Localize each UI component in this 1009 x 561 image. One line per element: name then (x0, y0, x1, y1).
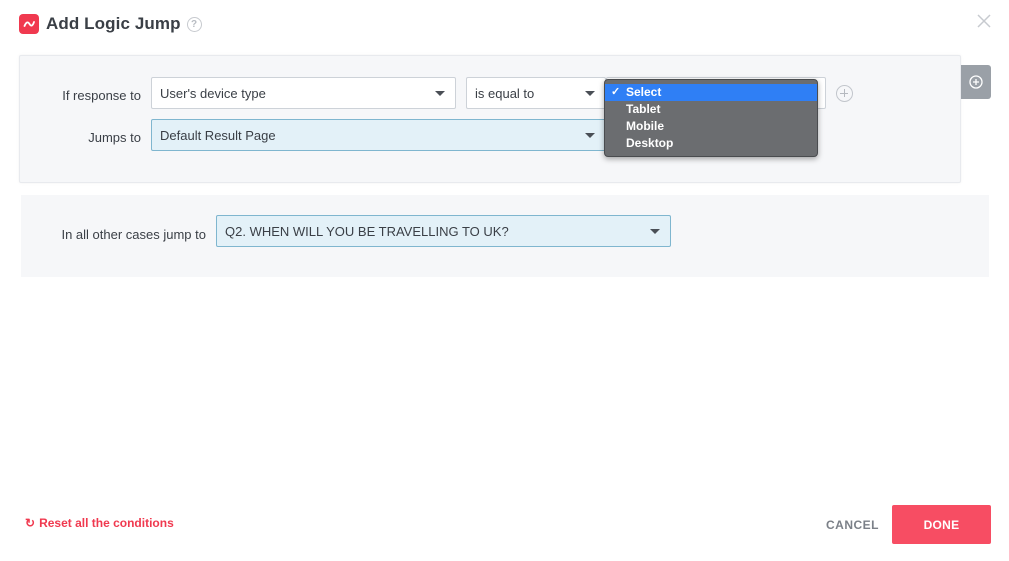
dropdown-option-select[interactable]: ✓ Select (605, 84, 817, 101)
other-cases-label: In all other cases jump to (61, 227, 206, 242)
value-dropdown-menu: ✓ Select Tablet Mobile Desktop (604, 79, 818, 157)
if-response-label: If response to (62, 88, 141, 103)
chevron-down-icon (435, 91, 445, 96)
close-icon[interactable] (977, 14, 991, 28)
dropdown-option-mobile[interactable]: Mobile (605, 118, 817, 135)
option-label: Mobile (626, 119, 664, 133)
condition-card: If response to User's device type is equ… (19, 55, 961, 183)
device-type-value: User's device type (160, 85, 266, 101)
jump-target-value: Default Result Page (160, 127, 276, 143)
chevron-down-icon (585, 91, 595, 96)
operator-value: is equal to (475, 85, 535, 101)
add-rule-button[interactable] (961, 65, 991, 99)
cancel-button[interactable]: CANCEL (826, 518, 879, 532)
other-cases-select[interactable]: Q2. WHEN WILL YOU BE TRAVELLING TO UK? (216, 215, 671, 247)
option-label: Select (626, 85, 662, 99)
done-button[interactable]: DONE (892, 505, 991, 544)
dropdown-option-tablet[interactable]: Tablet (605, 101, 817, 118)
other-cases-value: Q2. WHEN WILL YOU BE TRAVELLING TO UK? (225, 223, 509, 239)
plus-circle-icon (969, 75, 983, 89)
add-condition-icon[interactable] (836, 85, 853, 102)
reset-icon: ↻ (25, 516, 36, 530)
option-label: Tablet (626, 102, 661, 116)
jumps-to-label: Jumps to (88, 130, 141, 145)
chevron-down-icon (650, 229, 660, 234)
option-label: Desktop (626, 136, 674, 150)
logic-jump-logo-icon (19, 14, 39, 34)
device-type-select[interactable]: User's device type (151, 77, 456, 109)
help-icon[interactable]: ? (186, 16, 202, 32)
dropdown-option-desktop[interactable]: Desktop (605, 135, 817, 152)
logic-jump-modal: Add Logic Jump ? If response to User's d… (0, 0, 1009, 561)
reset-label: Reset all the conditions (39, 516, 174, 530)
modal-header: Add Logic Jump ? (19, 14, 202, 34)
operator-select[interactable]: is equal to (466, 77, 606, 109)
jump-target-select[interactable]: Default Result Page (151, 119, 606, 151)
checkmark-icon: ✓ (611, 86, 621, 98)
reset-conditions-link[interactable]: ↻ Reset all the conditions (25, 516, 174, 530)
other-cases-card: In all other cases jump to Q2. WHEN WILL… (21, 195, 989, 277)
chevron-down-icon (585, 133, 595, 138)
modal-title: Add Logic Jump (46, 14, 181, 33)
